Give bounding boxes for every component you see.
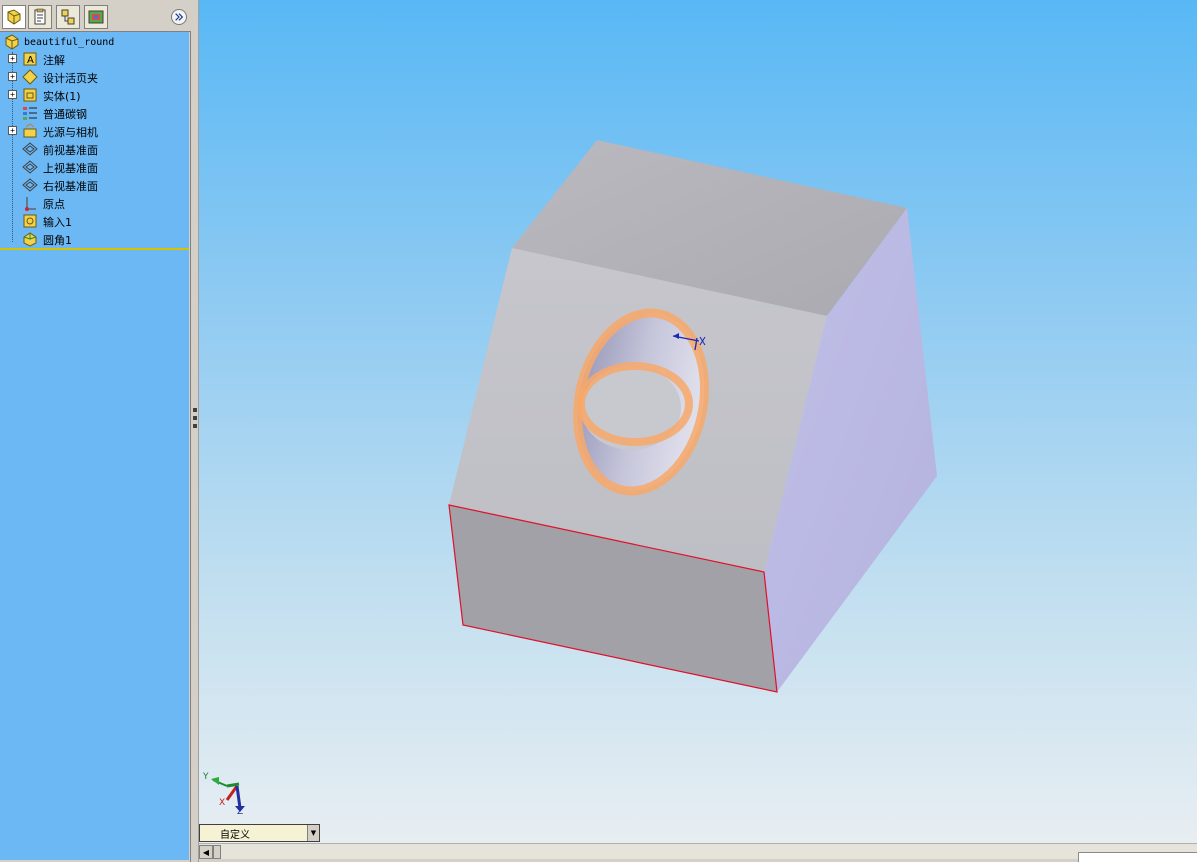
feature-tree: beautiful_round + A 注解 + 设计活页夹 + 实体(1) 普通碳钢 + 光源与… bbox=[0, 32, 189, 250]
dropdown-arrow-icon[interactable]: ▼ bbox=[307, 825, 319, 841]
tree-root-part[interactable]: beautiful_round bbox=[4, 34, 114, 50]
expand-toggle-icon[interactable]: + bbox=[8, 54, 17, 63]
tree-item-label: 输入1 bbox=[43, 216, 72, 229]
configuration-icon bbox=[61, 9, 75, 25]
panel-splitter[interactable] bbox=[191, 0, 199, 862]
double-chevron-right-icon bbox=[175, 13, 184, 21]
taskbar-tray-fragment bbox=[1078, 852, 1197, 862]
feature-manager-panel: beautiful_round + A 注解 + 设计活页夹 + 实体(1) 普通碳钢 + 光源与… bbox=[0, 0, 191, 862]
tree-item-label: 注解 bbox=[43, 54, 65, 67]
triad-z-label: Z bbox=[237, 807, 244, 817]
tree-item[interactable]: 普通碳钢 bbox=[0, 104, 189, 122]
material-icon bbox=[23, 107, 37, 120]
tree-item-label: 圆角1 bbox=[43, 234, 72, 247]
expand-toggle-icon[interactable]: + bbox=[8, 72, 17, 81]
lights-cameras-icon bbox=[23, 123, 37, 138]
feature-manager-tab[interactable] bbox=[2, 5, 26, 29]
plane-icon bbox=[22, 160, 38, 174]
tree-item-label: 实体(1) bbox=[43, 90, 81, 103]
property-icon bbox=[34, 8, 46, 25]
splitter-grip bbox=[193, 416, 197, 420]
design-binder-icon bbox=[22, 69, 38, 85]
tree-item-label: 设计活页夹 bbox=[43, 72, 98, 85]
tree-item[interactable]: 圆角1 bbox=[0, 230, 189, 248]
tree-item-label: 前视基准面 bbox=[43, 144, 98, 157]
tree-item[interactable]: 原点 bbox=[0, 194, 189, 212]
tree-item-label: 上视基准面 bbox=[43, 162, 98, 175]
solidworks-window: beautiful_round + A 注解 + 设计活页夹 + 实体(1) 普通碳钢 + 光源与… bbox=[0, 0, 1197, 862]
part-name: beautiful_round bbox=[24, 36, 115, 48]
expand-toggle-icon[interactable]: + bbox=[8, 126, 17, 135]
tree-item-label: 普通碳钢 bbox=[43, 108, 87, 121]
fillet-icon bbox=[23, 232, 37, 247]
origin-icon bbox=[25, 197, 36, 211]
annotations-icon: A bbox=[23, 52, 37, 66]
graphics-area[interactable]: Y X Z bbox=[199, 0, 1197, 846]
tree-item[interactable]: + 光源与相机 bbox=[0, 122, 189, 140]
tree-item[interactable]: 右视基准面 bbox=[0, 176, 189, 194]
feature-tree-icon bbox=[7, 9, 21, 25]
tree-item-label: 原点 bbox=[43, 198, 65, 211]
feature-tree-empty-area bbox=[0, 250, 189, 860]
triad-x-label: X bbox=[219, 798, 226, 808]
configuration-manager-tab[interactable] bbox=[56, 5, 80, 29]
tree-item[interactable]: + A 注解 bbox=[0, 50, 189, 68]
tree-item-label: 右视基准面 bbox=[43, 180, 98, 193]
svg-text:A: A bbox=[27, 55, 34, 66]
tree-item-label: 光源与相机 bbox=[43, 126, 98, 139]
tree-item[interactable]: + 实体(1) bbox=[0, 86, 189, 104]
splitter-grip bbox=[193, 408, 197, 412]
plane-icon bbox=[22, 178, 38, 192]
model-view[interactable] bbox=[199, 0, 1197, 846]
expand-toggle-icon[interactable]: + bbox=[8, 90, 17, 99]
expand-panel-button[interactable] bbox=[171, 9, 187, 25]
scroll-thumb[interactable] bbox=[213, 845, 221, 859]
tree-item[interactable]: 前视基准面 bbox=[0, 140, 189, 158]
view-orientation-value: 自定义 bbox=[220, 829, 250, 841]
plane-icon bbox=[22, 142, 38, 156]
horizontal-scrollbar[interactable]: ◀ bbox=[199, 843, 1197, 859]
view-orientation-select[interactable]: 自定义 ▼ bbox=[199, 824, 320, 842]
part-icon bbox=[5, 34, 19, 50]
property-manager-tab[interactable] bbox=[28, 5, 52, 29]
display-manager-tab[interactable] bbox=[84, 5, 108, 29]
tree-item[interactable]: + 设计活页夹 bbox=[0, 68, 189, 86]
tree-item[interactable]: 上视基准面 bbox=[0, 158, 189, 176]
tree-item[interactable]: 输入1 bbox=[0, 212, 189, 230]
splitter-grip bbox=[193, 424, 197, 428]
panel-tab-bar bbox=[0, 0, 191, 32]
triad-y-label: Y bbox=[203, 772, 209, 782]
scroll-left-button[interactable]: ◀ bbox=[199, 845, 213, 859]
imported-feature-icon bbox=[23, 214, 37, 228]
solid-bodies-icon bbox=[23, 88, 37, 102]
display-icon bbox=[88, 10, 104, 24]
